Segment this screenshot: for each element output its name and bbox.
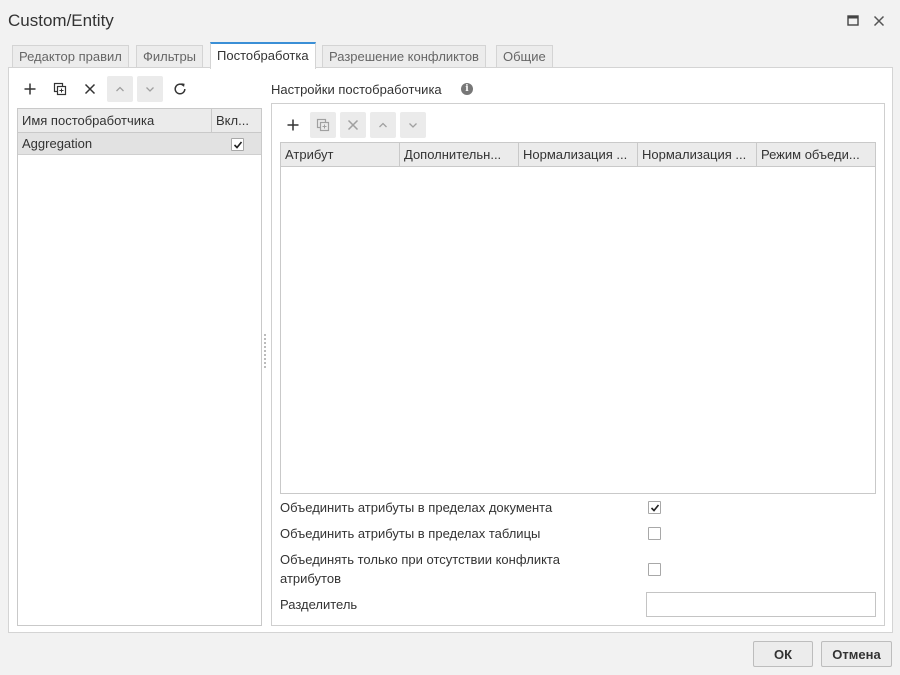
tab-conflict-resolution[interactable]: Разрешение конфликтов — [322, 45, 486, 68]
tab-general[interactable]: Общие — [496, 45, 553, 68]
tab-filters[interactable]: Фильтры — [136, 45, 204, 68]
postprocessor-name: Aggregation — [22, 136, 93, 151]
delete-icon[interactable] — [77, 76, 103, 102]
delete-attribute-icon[interactable] — [340, 112, 366, 138]
settings-panel: Атрибут Дополнительн... Нормализация ...… — [271, 103, 885, 626]
ok-button[interactable]: ОК — [753, 641, 813, 667]
merge-in-table-label: Объединить атрибуты в пределах таблицы — [280, 526, 541, 541]
move-up-icon[interactable] — [107, 76, 133, 102]
merge-in-document-label: Объединить атрибуты в пределах документа — [280, 500, 553, 515]
postprocessor-grid: Имя постобработчика Вкл... Aggregation — [17, 108, 262, 626]
add-attribute-icon[interactable] — [280, 112, 306, 138]
refresh-icon[interactable] — [167, 76, 193, 102]
grid-header: Имя постобработчика Вкл... — [18, 109, 261, 133]
tab-postprocessing[interactable]: Постобработка — [210, 42, 316, 69]
info-icon[interactable]: i — [461, 83, 473, 95]
merge-no-conflict-label: Объединять только при отсутствии конфлик… — [280, 552, 560, 586]
column-header-normalization-1[interactable]: Нормализация ... — [519, 143, 638, 166]
move-attribute-down-icon[interactable] — [400, 112, 426, 138]
separator-input[interactable] — [646, 592, 876, 617]
attributes-grid: Атрибут Дополнительн... Нормализация ...… — [280, 142, 876, 494]
window-title: Custom/Entity — [8, 11, 114, 30]
cancel-button[interactable]: Отмена — [821, 641, 892, 667]
enabled-checkbox[interactable] — [231, 138, 244, 151]
move-attribute-up-icon[interactable] — [370, 112, 396, 138]
column-header-normalization-2[interactable]: Нормализация ... — [638, 143, 757, 166]
settings-title: Настройки постобработчика — [271, 82, 442, 97]
tab-panel: Имя постобработчика Вкл... Aggregation Н… — [8, 67, 893, 633]
title-bar: Custom/Entity — [0, 0, 900, 42]
move-down-icon[interactable] — [137, 76, 163, 102]
tab-rules-editor[interactable]: Редактор правил — [12, 45, 129, 68]
column-header-name[interactable]: Имя постобработчика — [18, 109, 212, 132]
close-icon[interactable] — [870, 12, 888, 30]
column-header-attribute[interactable]: Атрибут — [281, 143, 400, 166]
merge-in-document-checkbox[interactable] — [648, 501, 661, 514]
column-header-enabled[interactable]: Вкл... — [212, 109, 262, 132]
merge-in-table-checkbox[interactable] — [648, 527, 661, 540]
column-header-merge-mode[interactable]: Режим объеди... — [757, 143, 876, 166]
table-row[interactable]: Aggregation — [18, 133, 261, 155]
merge-no-conflict-checkbox[interactable] — [648, 563, 661, 576]
copy-attribute-icon[interactable] — [310, 112, 336, 138]
copy-icon[interactable] — [47, 76, 73, 102]
splitter-handle[interactable] — [264, 334, 268, 368]
separator-label: Разделитель — [280, 597, 358, 612]
attributes-grid-header: Атрибут Дополнительн... Нормализация ...… — [281, 143, 876, 167]
maximize-icon[interactable] — [844, 12, 862, 30]
column-header-additional[interactable]: Дополнительн... — [400, 143, 519, 166]
add-icon[interactable] — [17, 76, 43, 102]
